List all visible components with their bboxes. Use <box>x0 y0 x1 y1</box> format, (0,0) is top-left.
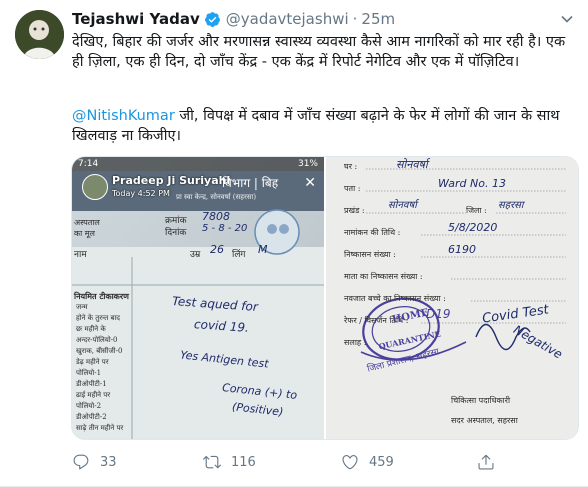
handwriting-prakhand: सोनवर्षा <box>388 200 417 211</box>
doc-header: विभाग | बिह <box>222 176 279 190</box>
tweet-timestamp[interactable]: 25m <box>361 10 395 28</box>
close-icon: ✕ <box>304 175 316 191</box>
doc-vaccine-line: जन्म <box>76 303 88 311</box>
doc-vaccine-line: पोलियो-1 <box>76 369 102 377</box>
doc-vaccine-line: पोलियो-2 <box>76 402 102 410</box>
verified-badge-icon <box>204 11 221 28</box>
retweet-icon <box>203 455 221 469</box>
share-icon <box>478 454 494 470</box>
doc-subheader: प्रा स्वा केन्द्र, सोनवर्षा (सहरसा) <box>176 193 257 201</box>
like-count: 459 <box>369 454 394 470</box>
doc-vaccine-line: अन्दर-पोलियो-0 <box>76 336 118 344</box>
doc-dinank-value: 5 - 8 - 20 <box>202 223 248 234</box>
status-battery: 31% <box>297 159 318 169</box>
author-handle[interactable]: @yadavtejashwi <box>226 10 349 28</box>
tweet-media: 7:14 31% Pradeep Ji Suriyahi Today 4:52 … <box>71 156 579 440</box>
reply-icon <box>73 454 89 470</box>
handwriting-date: 5/8/2020 <box>448 221 498 234</box>
doc-vaccine-line: साढ़े तीन महीने पर <box>76 424 124 432</box>
field-salah: सलाह : <box>344 338 367 347</box>
field-ghar: घर : <box>344 162 358 171</box>
field-nishkasan: निष्कासन संख्या : <box>344 250 396 259</box>
handwriting-ward: Ward No. 13 <box>438 177 506 190</box>
handwriting-d19: D19 <box>426 307 451 321</box>
doc-age-label: उम्र <box>190 250 201 260</box>
handwriting-ghar: सोनवर्षा <box>396 158 428 171</box>
doc-vaccine-line: ढाई महीने पर <box>76 391 111 399</box>
doc-vaccine-line: खुराक, बीसीजी-0 <box>76 347 123 355</box>
phone-status-bar: 7:14 31% <box>72 157 324 171</box>
media-image-right[interactable]: घर : पता : प्रखंड : जिला : नामांकन की ति… <box>326 157 578 439</box>
story-time: Today 4:52 PM <box>112 189 170 198</box>
reply-button[interactable]: 33 <box>72 453 117 471</box>
tweet-header: Tejashwi Yadav @yadavtejashwi · 25m <box>72 9 395 29</box>
field-namankan: नामांकन की तिथि : <box>344 228 401 237</box>
doc-vaccine-line: होने के तुरन्त बाद <box>76 314 120 322</box>
tweet-text-paragraph-2: @NitishKumar जी, विपक्ष में दबाव में जाँ… <box>72 106 572 146</box>
tweet-text-paragraph-1: देखिए, बिहार की जर्जर और मरणासन्न स्वास्… <box>72 34 570 70</box>
doc-age-value: 26 <box>210 243 224 256</box>
separator-dot: · <box>352 10 358 28</box>
field-pata: पता : <box>344 184 361 193</box>
author-avatar[interactable] <box>15 10 64 59</box>
author-name[interactable]: Tejashwi Yadav <box>72 10 200 28</box>
media-image-left[interactable]: 7:14 31% Pradeep Ji Suriyahi Today 4:52 … <box>72 157 324 439</box>
handwriting-number: 6190 <box>448 243 476 256</box>
field-prakhand: प्रखंड : <box>344 206 365 215</box>
handwriting-jila: सहरसा <box>498 200 524 211</box>
footer-line-1: चिकित्सा पदाधिकारी <box>451 396 511 405</box>
like-button[interactable]: 459 <box>341 453 394 471</box>
doc-vaccine-line: डीओपीटी-1 <box>76 380 107 388</box>
doc-side-1: अस्पताल <box>74 218 100 227</box>
doc-vaccine-line: छः महीने के <box>76 325 106 333</box>
retweet-button[interactable]: 116 <box>203 453 256 471</box>
footer-line-2: सदर अस्पताल, सहरसा <box>451 416 518 425</box>
retweet-count: 116 <box>231 454 256 470</box>
field-jila: जिला : <box>466 206 487 215</box>
doc-vaccine-line: डेढ़ महीने पर <box>76 358 109 366</box>
story-avatar <box>82 174 108 200</box>
doc-sex-value: M <box>258 243 268 256</box>
mention-link[interactable]: @NitishKumar <box>72 108 175 124</box>
reply-count: 33 <box>100 454 117 470</box>
doc-name-label: नाम <box>74 250 87 260</box>
field-navjat: नवजात बच्चे का निष्कासन संख्या : <box>344 294 446 303</box>
heart-icon <box>342 455 358 470</box>
story-name: Pradeep Ji Suriyahi <box>112 174 231 187</box>
doc-side-2: का मूल <box>74 229 95 238</box>
field-mata: माता का निष्कासन संख्या : <box>344 272 423 281</box>
doc-vaccine-line: डीओपीटी-2 <box>76 413 107 421</box>
chevron-down-icon[interactable] <box>560 11 574 25</box>
share-button[interactable] <box>477 453 505 471</box>
doc-sex-label: लिंग <box>232 250 246 260</box>
doc-dinank-label: दिनांक <box>165 228 187 238</box>
doc-vaccine-title: नियमित टीकाकरण <box>74 291 129 301</box>
tweet-actions: 33 116 459 <box>72 452 542 472</box>
status-time: 7:14 <box>78 159 99 169</box>
doc-kramank-value: 7808 <box>202 210 230 223</box>
